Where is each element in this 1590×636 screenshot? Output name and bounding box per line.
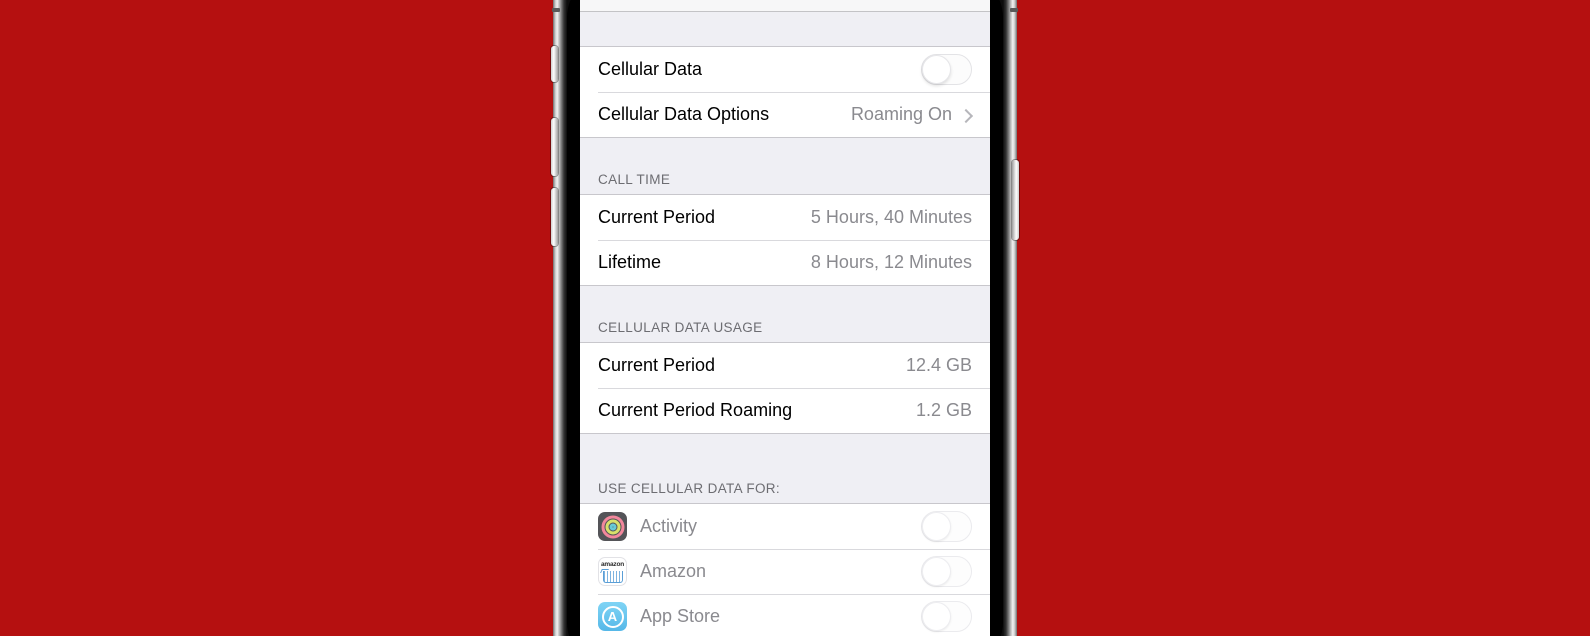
device-left-rail [553, 0, 567, 636]
ringer-switch[interactable] [551, 46, 558, 82]
row-label: Lifetime [598, 252, 662, 272]
row-cellular-data[interactable]: Cellular Data [580, 47, 990, 92]
section-gap [580, 286, 990, 320]
volume-up-button[interactable] [551, 118, 558, 176]
amazon-app-icon: amazon [598, 557, 627, 586]
section-gap [580, 138, 990, 172]
row-call-time-current-period: Current Period 5 Hours, 40 Minutes [580, 195, 990, 240]
iphone-screen: Settings Cellular Cellular Data Cellular… [580, 0, 990, 636]
iphone-device-frame: Settings Cellular Cellular Data Cellular… [551, 0, 1019, 636]
row-value: 5 Hours, 40 Minutes [810, 207, 972, 227]
device-left-mic-dot [552, 8, 560, 12]
row-label: Current Period [598, 207, 716, 227]
row-usage-current-period: Current Period 12.4 GB [580, 343, 990, 388]
section-cellular-data-usage: CELLULAR DATA USAGE [580, 286, 990, 342]
row-value: 8 Hours, 12 Minutes [810, 252, 972, 272]
section-header-use-cellular-data-for: USE CELLULAR DATA FOR: [580, 481, 990, 503]
app-store-cellular-toggle[interactable] [921, 601, 972, 632]
app-row-amazon[interactable]: amazon Amazon [580, 549, 990, 594]
volume-down-button[interactable] [551, 188, 558, 246]
device-right-rail [1003, 0, 1017, 636]
toggle-knob [922, 602, 951, 631]
row-label: Current Period Roaming [598, 400, 793, 420]
page-title: Cellular [580, 0, 990, 11]
app-store-a-glyph: A [607, 608, 618, 624]
device-right-mic-dot [1010, 8, 1018, 12]
group-cellular-data-usage: Current Period 12.4 GB Current Period Ro… [580, 342, 990, 434]
amazon-cellular-toggle[interactable] [921, 556, 972, 587]
row-value: Roaming On [850, 104, 952, 124]
toggle-knob [922, 557, 951, 586]
amazon-wordmark: amazon [600, 561, 624, 568]
group-app-list: Activity amazon Amazon A App Store [580, 503, 990, 636]
cellular-data-toggle[interactable] [921, 54, 972, 85]
app-label: App Store [640, 606, 721, 626]
row-label: Current Period [598, 355, 716, 375]
toggle-knob [922, 512, 951, 541]
toggle-knob [922, 55, 951, 84]
row-label: Cellular Data [598, 59, 703, 79]
group-cellular-data: Cellular Data Cellular Data Options Roam… [580, 46, 990, 138]
row-label: Cellular Data Options [598, 104, 770, 124]
section-call-time: CALL TIME [580, 138, 990, 194]
app-store-app-icon: A [598, 602, 627, 631]
app-row-app-store[interactable]: A App Store [580, 594, 990, 636]
app-label: Activity [640, 516, 698, 536]
side-power-button[interactable] [1012, 160, 1019, 240]
activity-app-icon [598, 512, 627, 541]
amazon-cart-basket [603, 571, 623, 583]
app-label: Amazon [640, 561, 707, 581]
chevron-right-icon [961, 107, 972, 123]
navigation-bar: Settings Cellular [580, 0, 990, 12]
section-header-cellular-data-usage: CELLULAR DATA USAGE [580, 320, 990, 342]
activity-cellular-toggle[interactable] [921, 511, 972, 542]
section-gap-top [580, 12, 990, 46]
section-use-cellular-data-for: USE CELLULAR DATA FOR: [580, 434, 990, 503]
row-value: 1.2 GB [915, 400, 972, 420]
activity-ring-inner [609, 523, 616, 530]
row-call-time-lifetime: Lifetime 8 Hours, 12 Minutes [580, 240, 990, 285]
group-call-time: Current Period 5 Hours, 40 Minutes Lifet… [580, 194, 990, 286]
row-cellular-data-options[interactable]: Cellular Data Options Roaming On [580, 92, 990, 137]
section-gap [580, 434, 990, 481]
app-row-activity[interactable]: Activity [580, 504, 990, 549]
section-header-call-time: CALL TIME [580, 172, 990, 194]
row-value: 12.4 GB [905, 355, 972, 375]
row-usage-current-period-roaming: Current Period Roaming 1.2 GB [580, 388, 990, 433]
